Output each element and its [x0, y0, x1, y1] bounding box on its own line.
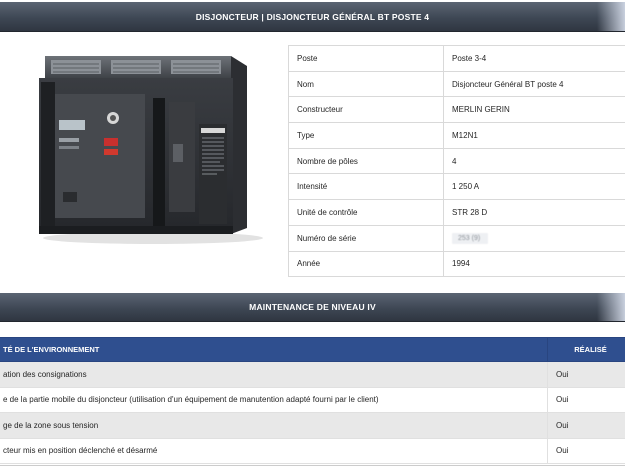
spec-value: MERLIN GERIN	[443, 96, 625, 124]
spec-key: Année	[288, 250, 444, 278]
spec-value: Poste 3-4	[443, 45, 625, 72]
spec-row: Unité de contrôle STR 28 D	[288, 199, 625, 226]
maintenance-task: e de la partie mobile du disjoncteur (ut…	[0, 386, 548, 413]
spec-key: Intensité	[288, 173, 444, 201]
spec-value: 1994	[443, 250, 625, 278]
banner-fade	[597, 2, 625, 31]
spec-row: Poste Poste 3-4	[288, 45, 625, 72]
spec-value: M12N1	[443, 122, 625, 149]
maintenance-task: ge de la zone sous tension	[0, 412, 548, 439]
breaker-photo	[25, 42, 270, 247]
maintenance-table: TÉ DE L'ENVIRONNEMENT RÉALISÉ ation des …	[0, 337, 625, 464]
spec-value: Disjoncteur Général BT poste 4	[443, 70, 625, 98]
spec-row: Numéro de série 253 (9)	[288, 224, 625, 252]
maintenance-done: Oui	[547, 412, 625, 439]
maintenance-banner: MAINTENANCE DE NIVEAU IV	[0, 293, 625, 322]
spec-row: Constructeur MERLIN GERIN	[288, 96, 625, 124]
maintenance-done: Oui	[547, 437, 625, 464]
maintenance-row: ation des consignations Oui	[0, 361, 625, 388]
spec-value: 1 250 A	[443, 173, 625, 201]
maintenance-title: MAINTENANCE DE NIVEAU IV	[249, 302, 376, 312]
spec-key: Nombre de pôles	[288, 147, 444, 175]
spec-key: Constructeur	[288, 96, 444, 124]
maintenance-row: e de la partie mobile du disjoncteur (ut…	[0, 386, 625, 413]
spec-value: 253 (9)	[443, 224, 625, 252]
page-title: DISJONCTEUR | DISJONCTEUR GÉNÉRAL BT POS…	[195, 11, 430, 22]
spec-key: Unité de contrôle	[288, 199, 444, 226]
maintenance-row: ge de la zone sous tension Oui	[0, 412, 625, 439]
maintenance-task: cteur mis en position déclenché et désar…	[0, 437, 548, 464]
spec-key: Numéro de série	[288, 224, 444, 252]
col-task-header: TÉ DE L'ENVIRONNEMENT	[0, 337, 548, 362]
spec-row: Nombre de pôles 4	[288, 147, 625, 175]
maintenance-task: ation des consignations	[0, 361, 548, 388]
spec-row: Année 1994	[288, 250, 625, 278]
maintenance-row: cteur mis en position déclenché et désar…	[0, 437, 625, 464]
spec-key: Nom	[288, 70, 444, 98]
spec-key: Type	[288, 122, 444, 149]
header-banner: DISJONCTEUR | DISJONCTEUR GÉNÉRAL BT POS…	[0, 2, 625, 32]
spec-table: Poste Poste 3-4 Nom Disjoncteur Général BT …	[288, 45, 625, 278]
spec-key: Poste	[288, 45, 444, 72]
spec-row: Type M12N1	[288, 122, 625, 149]
banner-fade	[597, 293, 625, 321]
spec-row: Intensité 1 250 A	[288, 173, 625, 201]
spec-row: Nom Disjoncteur Général BT poste 4	[288, 70, 625, 98]
spec-value: 4	[443, 147, 625, 175]
breaker-illustration	[39, 56, 263, 244]
maintenance-done: Oui	[547, 386, 625, 413]
serial-number-redacted: 253 (9)	[452, 232, 489, 244]
col-done-header: RÉALISÉ	[547, 337, 625, 362]
maintenance-done: Oui	[547, 361, 625, 388]
spec-value: STR 28 D	[443, 199, 625, 226]
bottom-divider	[0, 465, 625, 466]
